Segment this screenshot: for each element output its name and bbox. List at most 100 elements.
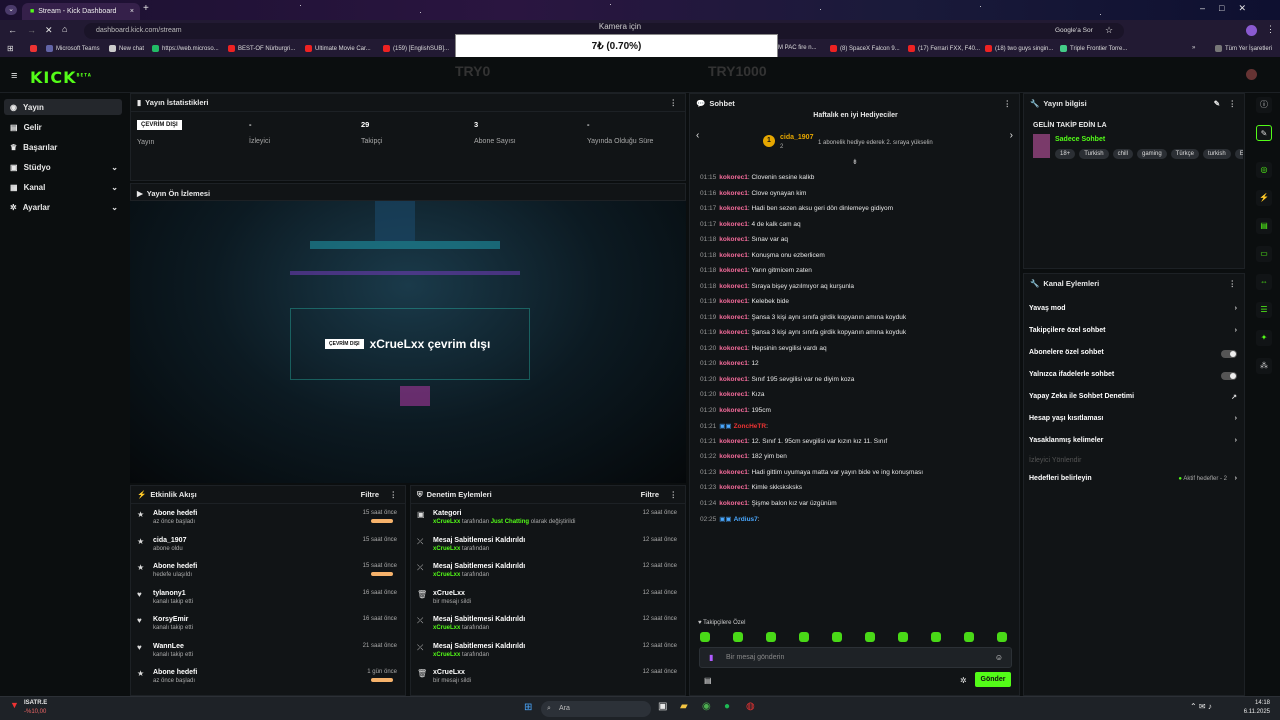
taskbar-search[interactable]: ⌕ Ara — [541, 701, 651, 717]
chat-message[interactable]: 01:20 kokorec1: Kıza — [700, 391, 764, 398]
action-followers-only[interactable]: Takipçilere özel sohbet › — [1029, 327, 1241, 341]
emoji-icon[interactable]: ☺ — [995, 653, 1003, 662]
chat-message[interactable]: 02:25 ▣▣ Ardius7: — [700, 515, 760, 523]
chat-username[interactable]: kokorec1 — [719, 345, 748, 352]
tag[interactable]: chill — [1112, 149, 1133, 159]
window-controls[interactable]: –□✕ — [1200, 3, 1260, 14]
moderator-name[interactable]: xCrueLxx — [433, 572, 460, 578]
tray-icons[interactable]: ⌃ ✉ ♪ — [1190, 702, 1212, 711]
chat-username[interactable]: kokorec1 — [719, 174, 748, 181]
chat-message[interactable]: 01:18 kokorec1: Konuşma onu ezberlicem — [700, 252, 825, 259]
file-explorer-icon[interactable]: ▰ — [680, 701, 688, 712]
bookmark-item[interactable]: Microsoft Teams — [46, 45, 100, 52]
chat-message[interactable]: 01:19 kokorec1: Şansa 3 kişi aynı sınıfa … — [700, 329, 906, 336]
filter-button[interactable]: Filtre — [641, 490, 659, 499]
bookmark-item[interactable]: M PAC fire n... — [778, 45, 817, 51]
bookmark-item[interactable]: Triple Frontier Torre... — [1060, 45, 1127, 52]
apps-grid-icon[interactable]: ⊞ — [7, 44, 14, 53]
bolt-icon[interactable]: ⚡ — [1256, 190, 1272, 206]
activity-title[interactable]: Abone hedefi — [153, 669, 197, 676]
chat-username[interactable]: kokorec1 — [719, 283, 748, 290]
action-banned-words[interactable]: Yasaklanmış kelimeler › — [1029, 437, 1241, 451]
tag[interactable]: turkish — [1203, 149, 1231, 159]
activity-title[interactable]: cida_1907 — [153, 537, 186, 544]
gear-icon[interactable]: ✲ — [960, 676, 967, 685]
bookmark-item[interactable]: Ultimate Movie Car... — [305, 45, 371, 52]
more-icon[interactable]: ⋮ — [1229, 279, 1237, 288]
list-icon[interactable]: ☰ — [1256, 302, 1272, 318]
emote-icon[interactable] — [898, 632, 908, 642]
sidebar-item-ayarlar[interactable]: ✲ Ayarlar ⌄ — [4, 199, 122, 215]
edit-icon[interactable]: ✎ — [1214, 99, 1220, 108]
add-widget-icon[interactable]: ⁂ — [1256, 358, 1272, 374]
chat-input[interactable]: ▮ Bir mesaj gönderin ☺ — [699, 647, 1012, 668]
chat-message[interactable]: 01:18 kokorec1: Sıraya bişey yazılmıyor a… — [700, 283, 854, 290]
back-icon[interactable]: ← — [8, 25, 17, 35]
activity-title[interactable]: WannLee — [153, 643, 184, 650]
moderator-name[interactable]: xCrueLxx — [433, 652, 460, 658]
action-set-goals[interactable]: Hedefleri belirleyin ● Aktif hedefler - … — [1029, 475, 1241, 489]
emote-icon[interactable] — [931, 632, 941, 642]
more-icon[interactable]: ⋮ — [670, 98, 678, 107]
tag[interactable]: E — [1234, 149, 1243, 159]
chat-message[interactable]: 01:15 kokorec1: Clovenin sesine kalkb — [700, 174, 814, 181]
chat-username[interactable]: kokorec1 — [719, 438, 748, 445]
chat-message[interactable]: 01:20 kokorec1: Sınıf 195 sevgilisi var n… — [700, 376, 854, 383]
activity-title[interactable]: KorsyEmir — [153, 616, 188, 623]
bookmark-item[interactable]: (159) [EnglishSUB]... — [383, 45, 449, 52]
chat-username[interactable]: kokorec1 — [719, 484, 748, 491]
emote-icon[interactable] — [700, 632, 710, 642]
all-bookmarks[interactable]: Tüm Yer İşaretleri — [1215, 45, 1272, 52]
chat-username[interactable]: kokorec1 — [719, 500, 748, 507]
sidebar-item-studyo[interactable]: ▣ Stüdyo ⌄ — [4, 159, 122, 175]
chat-message[interactable]: 01:17 kokorec1: 4 de kalk cam aq — [700, 221, 801, 228]
emote-icon[interactable] — [766, 632, 776, 642]
chat-message[interactable]: 01:18 kokorec1: Sınav var aq — [700, 236, 788, 243]
edit-icon[interactable]: ✎ — [1256, 125, 1272, 141]
emote-icon[interactable] — [964, 632, 974, 642]
close-load-icon[interactable]: ✕ — [45, 25, 53, 36]
chat-username[interactable]: kokorec1 — [719, 314, 748, 321]
chat-message[interactable]: 01:23 kokorec1: Kimle skksksksks — [700, 484, 802, 491]
chat-username[interactable]: kokorec1 — [719, 267, 748, 274]
more-icon[interactable]: ⋮ — [1004, 99, 1012, 108]
settings-icon[interactable]: ▤ — [704, 676, 712, 685]
bookmark-item[interactable]: https://web.microso... — [152, 45, 219, 52]
tab-menu-icon[interactable]: ⌄ — [5, 5, 17, 15]
gifter-name[interactable]: cida_1907 — [780, 134, 813, 141]
app-icon[interactable]: ◍ — [746, 701, 755, 712]
profile-avatar[interactable] — [1246, 25, 1257, 36]
toggle-switch[interactable] — [1221, 372, 1237, 380]
chat-username[interactable]: kokorec1 — [719, 252, 748, 259]
emote-icon[interactable] — [733, 632, 743, 642]
chat-message[interactable]: 01:24 kokorec1: Şişme balon kız var üzgün… — [700, 500, 837, 507]
stock-name[interactable]: ISATR.E — [24, 700, 47, 706]
browser-menu-icon[interactable]: ⋮ — [1266, 24, 1275, 35]
sidebar-item-gelir[interactable]: ▤ Gelir — [4, 119, 122, 135]
wrench-icon[interactable]: ✦ — [1256, 330, 1272, 346]
tag[interactable]: Türkçe — [1170, 149, 1200, 159]
clock-date[interactable]: 6.11.2025 — [1240, 709, 1270, 715]
more-icon[interactable]: ⋮ — [670, 490, 678, 499]
chat-message[interactable]: 01:19 kokorec1: Kelebek bide — [700, 298, 789, 305]
star-bookmark-icon[interactable]: ☆ — [1105, 25, 1113, 36]
forward-icon[interactable]: → — [27, 25, 36, 35]
chat-message[interactable]: 01:16 kokorec1: Clove oynayan kim — [700, 190, 806, 197]
action-emotes-only[interactable]: Yalnızca ifadelerle sohbet — [1029, 371, 1241, 385]
chat-message[interactable]: 01:22 kokorec1: 182 yim ben — [700, 453, 787, 460]
chevron-left-icon[interactable]: ‹ — [696, 130, 699, 141]
clock-time[interactable]: 14:18 — [1244, 700, 1270, 706]
pause-scroll-icon[interactable]: ⇟ — [852, 158, 858, 166]
google-ask-button[interactable]: Google'a Sor — [1055, 27, 1093, 34]
chat-message[interactable]: 01:20 kokorec1: Hepsinin sevgilisi vardı … — [700, 345, 827, 352]
chat-username[interactable]: kokorec1 — [719, 469, 748, 476]
document-icon[interactable]: ▤ — [1256, 218, 1272, 234]
category-name[interactable]: Sadece Sohbet — [1055, 136, 1105, 143]
more-icon[interactable]: ⋮ — [390, 490, 398, 499]
task-view-icon[interactable]: ▣ — [658, 701, 667, 712]
more-bookmarks-icon[interactable]: » — [1192, 45, 1195, 51]
windows-start-icon[interactable]: ⊞ — [524, 702, 532, 713]
chat-username[interactable]: kokorec1 — [719, 236, 748, 243]
chat-username[interactable]: kokorec1 — [719, 298, 748, 305]
activity-title[interactable]: Abone hedefi — [153, 563, 197, 570]
